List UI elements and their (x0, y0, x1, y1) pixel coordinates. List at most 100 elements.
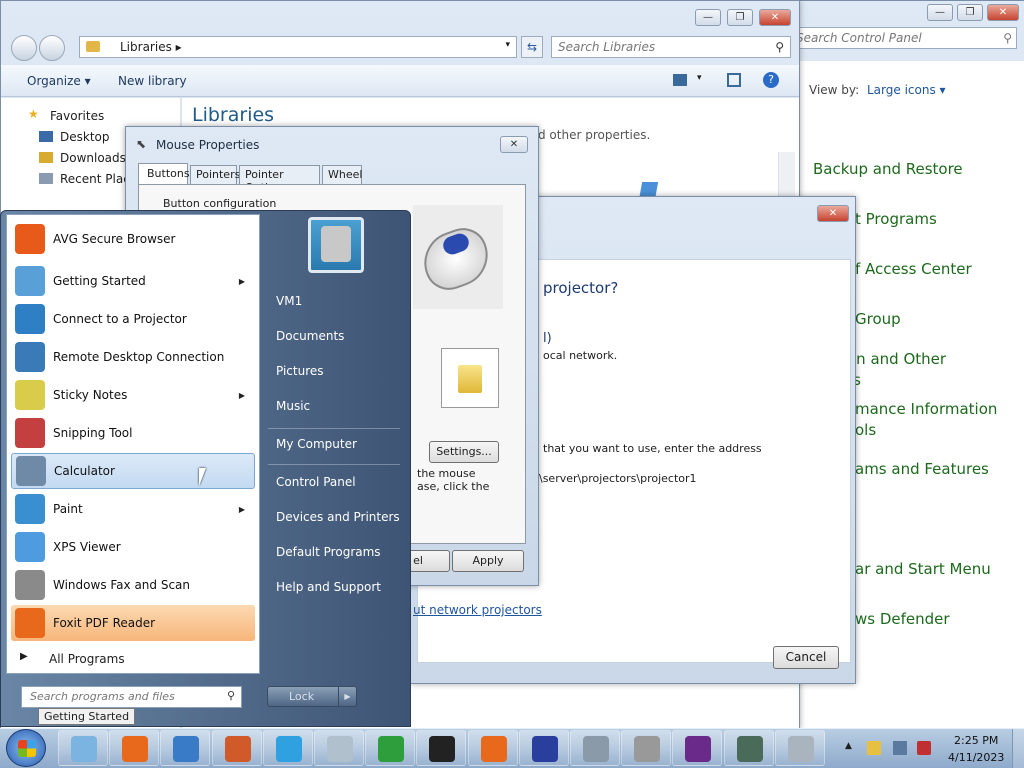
close-button[interactable]: ✕ (817, 205, 849, 222)
close-button[interactable]: ✕ (500, 136, 528, 153)
cp-item[interactable]: ams and Features (855, 460, 989, 478)
cp-item[interactable]: on and Other (847, 350, 946, 368)
minimize-button[interactable]: — (927, 4, 953, 21)
taskbar-app-button[interactable] (570, 730, 620, 766)
network-projectors-link[interactable]: ut network projectors (413, 603, 542, 617)
show-desktop-button[interactable] (1012, 729, 1024, 768)
cp-item[interactable]: ols (855, 421, 876, 439)
action-center-icon[interactable] (867, 741, 881, 755)
cancel-button[interactable]: Cancel (773, 646, 839, 669)
taskbar-app-button[interactable] (467, 730, 518, 766)
cp-item[interactable]: ws Defender (855, 610, 950, 628)
search-icon[interactable]: ⚲ (1003, 31, 1012, 45)
volume-icon[interactable] (917, 741, 931, 755)
program-item[interactable]: XPS Viewer (11, 529, 255, 565)
arrow-right-icon[interactable]: ▶ (338, 687, 356, 706)
taskbar-app-button[interactable] (211, 730, 262, 766)
taskbar-app-button[interactable] (723, 730, 774, 766)
cp-item[interactable]: ar and Start Menu (855, 560, 991, 578)
start-search-input[interactable]: Search programs and files ⚲ (21, 686, 242, 708)
start-right-item[interactable]: Control Panel (276, 475, 356, 489)
maximize-button[interactable]: ❐ (957, 4, 983, 21)
view-by-dropdown[interactable]: Large icons ▾ (867, 83, 946, 97)
cp-item[interactable]: f Access Center (855, 260, 972, 278)
start-button[interactable] (6, 729, 46, 767)
program-item[interactable]: Snipping Tool (11, 415, 255, 451)
taskbar-app-button[interactable] (160, 730, 211, 766)
search-icon[interactable]: ⚲ (227, 689, 235, 702)
back-button[interactable] (11, 35, 37, 61)
taskbar-app-button[interactable] (774, 730, 825, 766)
program-item[interactable]: Sticky Notes ▶ (11, 377, 255, 413)
address-bar[interactable]: Libraries ▸ ▾ (79, 36, 517, 58)
search-input[interactable]: Search Libraries ⚲ (551, 36, 791, 58)
preview-pane-icon[interactable] (727, 73, 741, 87)
taskbar-app-button[interactable] (314, 730, 364, 766)
maximize-button[interactable]: ❐ (727, 9, 753, 26)
taskbar-app-button[interactable] (58, 730, 108, 766)
taskbar-app-button[interactable] (365, 730, 416, 766)
cp-item[interactable]: Backup and Restore (813, 160, 963, 178)
submenu-arrow-icon[interactable]: ▶ (239, 391, 245, 400)
tab-pointers[interactable]: Pointers (190, 165, 240, 185)
taskbar-app-button[interactable] (416, 730, 467, 766)
submenu-arrow-icon[interactable]: ▶ (239, 277, 245, 286)
program-item[interactable]: Getting Started ▶ (11, 263, 255, 299)
cp-item[interactable]: Group (855, 310, 901, 328)
organize-button[interactable]: Organize ▾ (27, 74, 91, 88)
start-right-item[interactable]: Music (276, 399, 310, 413)
cp-item[interactable]: mance Information (855, 400, 997, 418)
tray-chevron-icon[interactable]: ▲ (845, 741, 852, 751)
tab-buttons[interactable]: Buttons (138, 163, 190, 185)
start-right-item[interactable]: My Computer (276, 437, 357, 451)
program-item[interactable]: Paint ▶ (11, 491, 255, 527)
new-library-button[interactable]: New library (118, 74, 187, 88)
search-icon[interactable]: ⚲ (775, 40, 784, 54)
program-item[interactable]: Remote Desktop Connection (11, 339, 255, 375)
taskbar-app-button[interactable] (109, 730, 160, 766)
start-right-item[interactable]: Devices and Printers (276, 510, 400, 524)
view-icon[interactable] (673, 74, 687, 86)
program-item[interactable]: Windows Fax and Scan (11, 567, 255, 603)
program-item[interactable]: Calculator (11, 453, 255, 489)
all-programs-button[interactable]: ▶ All Programs (10, 648, 256, 670)
chevron-down-icon[interactable]: ▾ (697, 73, 702, 83)
start-right-item[interactable]: Pictures (276, 364, 324, 378)
user-picture[interactable] (308, 217, 364, 273)
chevron-down-icon[interactable]: ▾ (505, 40, 510, 50)
taskbar-app-button[interactable] (518, 730, 569, 766)
close-button[interactable]: ✕ (759, 9, 791, 26)
breadcrumb[interactable]: Libraries (120, 40, 172, 54)
network-icon[interactable] (893, 741, 907, 755)
start-right-item[interactable]: Default Programs (276, 545, 381, 559)
lock-button[interactable]: Lock ▶ (267, 686, 357, 707)
taskbar-app-button[interactable] (262, 730, 313, 766)
program-item[interactable]: Foxit PDF Reader (11, 605, 255, 641)
tab-pointer-options[interactable]: Pointer Options (239, 165, 320, 194)
submenu-arrow-icon[interactable]: ▶ (239, 505, 245, 514)
refresh-button[interactable]: ⇆ (521, 36, 543, 58)
nav-desktop[interactable]: Desktop (60, 130, 110, 144)
clock-time[interactable]: 2:25 PM (954, 734, 998, 747)
help-icon[interactable]: ? (763, 72, 779, 88)
start-right-item[interactable]: Help and Support (276, 580, 381, 594)
program-label: Connect to a Projector (53, 312, 187, 326)
taskbar-app-button[interactable] (672, 730, 723, 766)
program-item[interactable]: Connect to a Projector (11, 301, 255, 337)
cp-item[interactable]: t Programs (855, 210, 937, 228)
program-item[interactable]: AVG Secure Browser (11, 221, 255, 257)
folder-test-area[interactable] (441, 348, 499, 408)
start-right-item[interactable]: Documents (276, 329, 344, 343)
apply-button[interactable]: Apply (452, 550, 524, 572)
minimize-button[interactable]: — (695, 9, 721, 26)
nav-downloads[interactable]: Downloads (60, 151, 126, 165)
close-button[interactable]: ✕ (987, 4, 1019, 21)
start-right-item[interactable]: VM1 (276, 294, 302, 308)
clock-date[interactable]: 4/11/2023 (948, 751, 1004, 764)
taskbar-app-button[interactable] (621, 730, 672, 766)
tab-wheel[interactable]: Wheel (322, 165, 362, 185)
nav-favorites[interactable]: Favorites (50, 109, 104, 123)
settings-button[interactable]: Settings... (429, 441, 499, 463)
search-input[interactable]: Search Control Panel ⚲ (791, 27, 1017, 49)
forward-button[interactable] (39, 35, 65, 61)
